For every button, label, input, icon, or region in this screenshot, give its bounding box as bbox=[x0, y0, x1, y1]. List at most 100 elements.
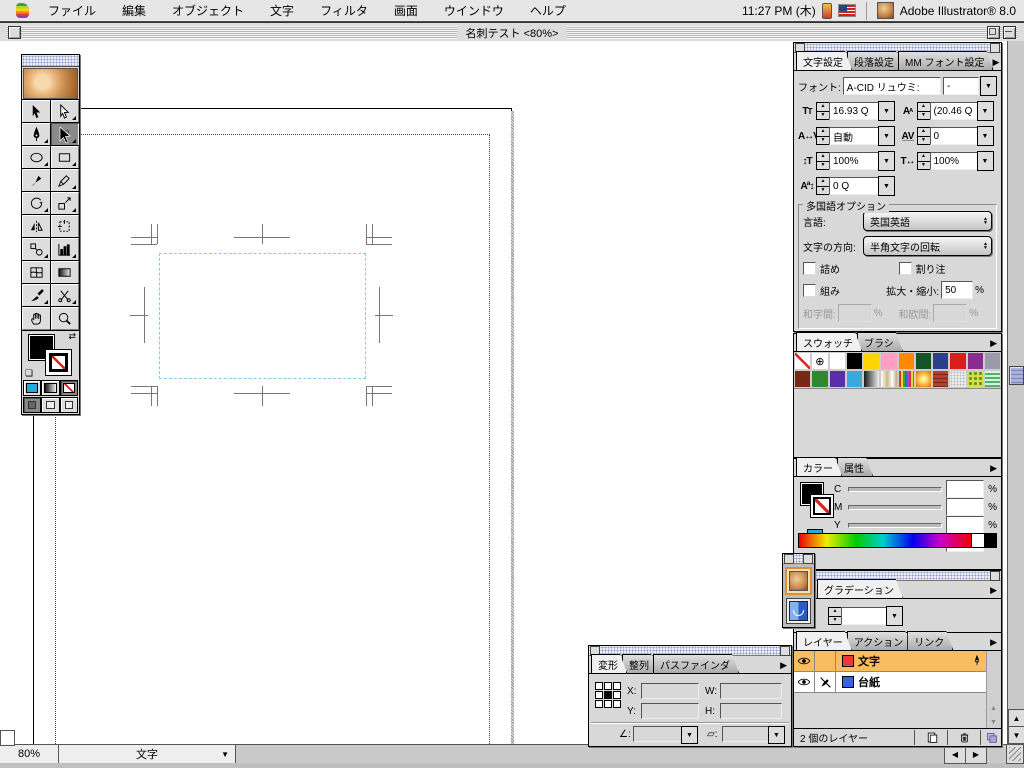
white-chip[interactable] bbox=[971, 534, 984, 547]
gradient-field[interactable] bbox=[841, 607, 887, 625]
reference-point-proxy[interactable] bbox=[595, 682, 621, 708]
tab-swatches[interactable]: スウォッチ bbox=[796, 332, 862, 351]
swatch-mist[interactable] bbox=[949, 370, 966, 388]
status-popup[interactable]: 文字 ▼ bbox=[59, 745, 236, 763]
tab-attributes[interactable]: 属性 bbox=[837, 457, 873, 476]
swap-fill-stroke-icon[interactable]: ⇄ bbox=[68, 331, 76, 342]
tool-scissors[interactable] bbox=[51, 284, 80, 307]
tab-gradient[interactable]: グラデーション bbox=[817, 579, 903, 598]
application-menu-label[interactable]: Adobe Illustrator® 8.0 bbox=[900, 4, 1016, 18]
menu-7[interactable]: ヘルプ bbox=[517, 2, 579, 19]
layer-row-台紙[interactable]: 台紙 bbox=[794, 672, 1001, 693]
size-dropdown-button[interactable]: ▼ bbox=[878, 101, 895, 121]
tracking-field[interactable]: 0 bbox=[930, 127, 978, 145]
new-layer-button[interactable] bbox=[914, 730, 947, 745]
vscale-field[interactable]: 100% bbox=[829, 152, 879, 170]
delete-layer-button[interactable] bbox=[947, 730, 980, 745]
tab-mm-font-settings[interactable]: MM フォント設定 bbox=[898, 51, 993, 70]
spectrum-ramp[interactable] bbox=[799, 534, 971, 547]
swatch-solid-8[interactable] bbox=[932, 352, 949, 370]
lock-icon[interactable] bbox=[815, 672, 836, 692]
swatch-solid-13[interactable] bbox=[811, 370, 828, 388]
gradient-dropdown-button[interactable]: ▼ bbox=[886, 606, 903, 626]
vscale-dropdown-button[interactable]: ▼ bbox=[878, 151, 895, 171]
tool-pen[interactable] bbox=[22, 123, 51, 146]
direction-popup[interactable]: 半角文字の回転 ▲▼ bbox=[863, 236, 992, 256]
channel-slider-M[interactable] bbox=[848, 505, 942, 510]
layers-pages-icon[interactable] bbox=[980, 730, 1001, 745]
swatch-beige-linear[interactable] bbox=[880, 370, 897, 388]
palette-menu-arrow[interactable]: ▶ bbox=[986, 585, 1001, 596]
scroll-up-arrow[interactable]: ▲ bbox=[1008, 709, 1024, 727]
default-fill-stroke-icon[interactable]: ❏ bbox=[25, 368, 33, 379]
menu-3[interactable]: 文字 bbox=[257, 2, 307, 19]
scale-field[interactable]: 50 bbox=[941, 281, 973, 299]
channel-value-M[interactable] bbox=[946, 498, 984, 516]
swatch-solid-15[interactable] bbox=[846, 370, 863, 388]
tool-free-transform[interactable] bbox=[51, 215, 80, 238]
leading-stepper[interactable]: ▲▼ bbox=[917, 102, 931, 120]
full-screen-button[interactable] bbox=[60, 397, 78, 413]
leading-field[interactable]: (20.46 Q bbox=[930, 102, 978, 120]
menu-5[interactable]: 画面 bbox=[381, 2, 431, 19]
tracking-stepper[interactable]: ▲▼ bbox=[917, 127, 931, 145]
menu-1[interactable]: 編集 bbox=[109, 2, 159, 19]
swatch-rainbow-stripes[interactable] bbox=[898, 370, 915, 388]
tab-pathfinder[interactable]: パスファインダ bbox=[653, 654, 739, 673]
lock-toggle-empty[interactable] bbox=[815, 651, 836, 671]
swatch-solid-5[interactable] bbox=[880, 352, 897, 370]
full-screen-menu-button[interactable] bbox=[41, 397, 59, 413]
channel-slider-C[interactable] bbox=[848, 487, 942, 492]
tab-color[interactable]: カラー bbox=[796, 457, 842, 476]
baseline-field[interactable]: 0 Q bbox=[829, 177, 879, 195]
tool-gradient[interactable] bbox=[51, 261, 80, 284]
font-style-field[interactable]: - bbox=[943, 77, 979, 95]
swatch-solid-14[interactable] bbox=[829, 370, 846, 388]
stroke-proxy[interactable] bbox=[810, 494, 834, 518]
palette-close-box[interactable] bbox=[784, 554, 794, 564]
layers-scroll-down[interactable]: ▼ bbox=[988, 719, 999, 726]
language-popup[interactable]: 英国英語 ▲▼ bbox=[863, 211, 992, 231]
menu-0[interactable]: ファイル bbox=[35, 2, 109, 19]
swatch-brick[interactable] bbox=[932, 370, 949, 388]
swatch-solid-4[interactable] bbox=[863, 352, 880, 370]
tool-selection[interactable] bbox=[22, 100, 51, 123]
menu-4[interactable]: フィルタ bbox=[307, 2, 381, 19]
tab-align[interactable]: 整列 bbox=[622, 654, 658, 673]
layer-name[interactable]: 台紙 bbox=[858, 674, 1001, 690]
tsume-checkbox[interactable] bbox=[803, 262, 816, 275]
palette-menu-arrow[interactable]: ▶ bbox=[986, 637, 1001, 648]
swatch-solid-11[interactable] bbox=[984, 352, 1001, 370]
black-chip[interactable] bbox=[984, 534, 996, 547]
hscale-field[interactable]: 100% bbox=[930, 152, 978, 170]
tab-paragraph-settings[interactable]: 段落設定 bbox=[847, 51, 903, 70]
vscale-stepper[interactable]: ▲▼ bbox=[816, 152, 830, 170]
tool-gradient-mesh[interactable] bbox=[22, 261, 51, 284]
leading-dropdown-button[interactable]: ▼ bbox=[977, 101, 994, 121]
swatch-green-stripes[interactable] bbox=[984, 370, 1001, 388]
tab-layers[interactable]: レイヤー bbox=[796, 631, 852, 650]
hscale-dropdown-button[interactable]: ▼ bbox=[977, 151, 994, 171]
tool-graph[interactable] bbox=[51, 238, 80, 261]
hscale-stepper[interactable]: ▲▼ bbox=[917, 152, 931, 170]
channel-slider-Y[interactable] bbox=[848, 523, 942, 528]
size-stepper[interactable]: ▲▼ bbox=[816, 102, 830, 120]
tool-pencil[interactable] bbox=[51, 169, 80, 192]
font-size-field[interactable]: 16.93 Q bbox=[829, 102, 879, 120]
rotate-dropdown[interactable]: ▼ bbox=[681, 726, 698, 744]
window-resize-grip[interactable] bbox=[1006, 744, 1024, 764]
tab-actions[interactable]: アクション bbox=[847, 631, 913, 650]
kerning-stepper[interactable]: ▲▼ bbox=[816, 127, 830, 145]
tool-direct-selection[interactable] bbox=[51, 100, 80, 123]
window-collapse-box[interactable] bbox=[1003, 26, 1016, 39]
vertical-scrollbar[interactable]: ▲ ▼ bbox=[1007, 41, 1024, 744]
w-field[interactable] bbox=[720, 683, 782, 699]
zoom-level-field[interactable]: 80% bbox=[0, 745, 59, 763]
menu-6[interactable]: ウインドウ bbox=[431, 2, 517, 19]
swatch-gray-linear[interactable] bbox=[863, 370, 880, 388]
none-button[interactable] bbox=[60, 380, 78, 396]
swatch-solid-9[interactable] bbox=[949, 352, 966, 370]
stroke-proxy[interactable] bbox=[45, 349, 72, 376]
tool-zoom[interactable] bbox=[51, 307, 80, 330]
shear-field[interactable] bbox=[722, 726, 770, 742]
